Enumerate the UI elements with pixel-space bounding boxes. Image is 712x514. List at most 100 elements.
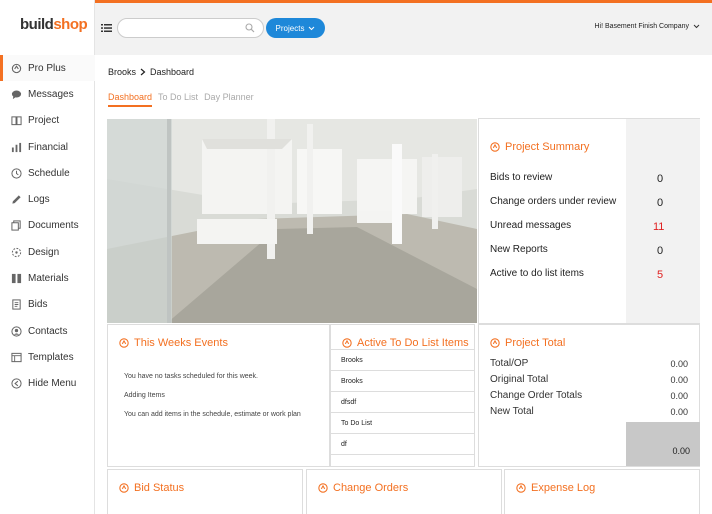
summary-value-bids: 0 [657,173,664,185]
summary-label-unread: Unread messages [490,220,572,231]
card-badge-icon [490,338,500,348]
summary-value-reports: 0 [657,245,664,257]
breadcrumb-root[interactable]: Brooks [108,67,136,77]
list-item[interactable]: Brooks [331,371,474,392]
tab-to-do-list[interactable]: To Do List [158,92,198,107]
sidebar-item-templates[interactable]: Templates [0,344,95,370]
top-header: Projects Hi! Basement Finish Company [95,3,712,55]
sidebar-item-label: Project [28,115,60,127]
project-summary-title: Project Summary [490,141,589,153]
sidebar: buildshop Pro Plus Messages Project Fina… [0,0,95,514]
design-icon [11,247,22,258]
brand-logo[interactable]: buildshop [20,16,88,33]
card-badge-icon [318,483,328,493]
chart-icon [11,142,22,153]
list-item[interactable]: To Do List [331,413,474,434]
original-total-label: Original Total [490,374,549,385]
projects-button-label: Projects [275,23,305,33]
company-name: Hi! Basement Finish Company [594,23,689,30]
card-title-text: Expense Log [531,482,596,494]
project-summary-card: Project Summary Bids to review 0 Change … [478,118,700,324]
search-icon[interactable] [245,23,255,33]
card-title-text: Active To Do List Items [357,337,469,349]
change-order-totals-value: 0.00 [670,391,688,401]
list-item[interactable]: Brooks [331,350,474,371]
brand-part-1: build [20,16,54,33]
summary-label-todo: Active to do list items [490,268,584,279]
total-op-label: Total/OP [490,358,529,369]
bids-icon [11,299,22,310]
sidebar-item-label: Contacts [28,325,68,337]
sidebar-item-financial[interactable]: Financial [0,134,95,160]
company-menu[interactable]: Hi! Basement Finish Company [594,23,700,30]
card-badge-icon [342,338,352,348]
card-badge-icon [119,338,129,348]
todo-card: Active To Do List Items Brooks Brooks df… [330,324,475,467]
sidebar-item-logs[interactable]: Logs [0,186,95,212]
sidebar-item-bids[interactable]: Bids [0,292,95,318]
sidebar-item-label: Pro Plus [28,62,66,74]
change-orders-card: Change Orders [306,469,502,514]
list-item[interactable]: dfsdf [331,392,474,413]
total-op-value: 0.00 [670,359,688,369]
todo-title: Active To Do List Items [342,337,469,349]
sidebar-item-schedule[interactable]: Schedule [0,160,95,186]
summary-label-reports: New Reports [490,244,548,255]
pro-plus-icon [11,63,22,74]
card-badge-icon [490,142,500,152]
chevron-right-icon [140,68,146,76]
card-title-text: This Weeks Events [134,337,228,349]
breadcrumb: Brooks Dashboard [108,67,194,77]
templates-icon [11,352,22,363]
sidebar-item-design[interactable]: Design [0,239,95,265]
events-help-text: You can add items in the schedule, estim… [124,411,301,418]
project-total-title: Project Total [490,337,565,349]
list-item[interactable]: df [331,434,474,455]
change-order-totals-label: Change Order Totals [490,390,583,401]
tab-dashboard[interactable]: Dashboard [108,92,153,107]
summary-value-change-orders: 0 [657,197,664,209]
message-icon [11,89,22,100]
search-input[interactable] [117,18,264,38]
sidebar-nav: Pro Plus Messages Project Financial Sche… [0,55,95,397]
projects-dropdown-button[interactable]: Projects [266,18,325,38]
sidebar-item-documents[interactable]: Documents [0,213,95,239]
grand-total-box: 0.00 [626,422,700,466]
summary-label-change-orders: Change orders under review [490,196,617,207]
card-title-text: Project Summary [505,141,590,153]
sidebar-item-pro-plus[interactable]: Pro Plus [0,55,95,82]
pencil-icon [11,194,22,205]
tab-day-planner[interactable]: Day Planner [204,92,254,107]
chevron-down-icon [309,26,315,30]
sidebar-item-label: Messages [28,88,74,100]
summary-value-todo[interactable]: 5 [657,269,663,281]
sidebar-item-hide-menu[interactable]: Hide Menu [0,371,95,397]
breadcrumb-current: Dashboard [150,67,195,77]
sidebar-item-label: Logs [28,194,50,206]
menu-toggle-icon[interactable] [101,23,112,33]
sidebar-item-label: Design [28,246,60,258]
card-title-text: Project Total [505,337,566,349]
chevron-down-icon [693,24,700,29]
sidebar-item-project[interactable]: Project [0,108,95,134]
expense-log-card: Expense Log [504,469,700,514]
todo-list: Brooks Brooks dfsdf To Do List df [331,349,474,455]
card-title-text: Change Orders [333,482,409,494]
sidebar-item-label: Materials [28,273,69,285]
sidebar-item-messages[interactable]: Messages [0,81,95,107]
sidebar-item-label: Hide Menu [28,378,77,390]
weeks-events-card: This Weeks Events You have no tasks sche… [107,324,330,467]
card-badge-icon [516,483,526,493]
clock-icon [11,168,22,179]
documents-icon [11,220,22,232]
card-badge-icon [119,483,129,493]
sidebar-item-contacts[interactable]: Contacts [0,318,95,344]
project-total-card: Project Total Total/OP 0.00 Original Tot… [478,324,700,467]
sidebar-item-materials[interactable]: Materials [0,265,95,291]
bid-status-title: Bid Status [119,482,184,494]
materials-icon [11,273,22,284]
change-orders-title: Change Orders [318,482,408,494]
brand-part-2: shop [53,16,88,33]
events-adding-items: Adding Items [124,392,165,399]
summary-value-unread[interactable]: 11 [653,221,664,233]
